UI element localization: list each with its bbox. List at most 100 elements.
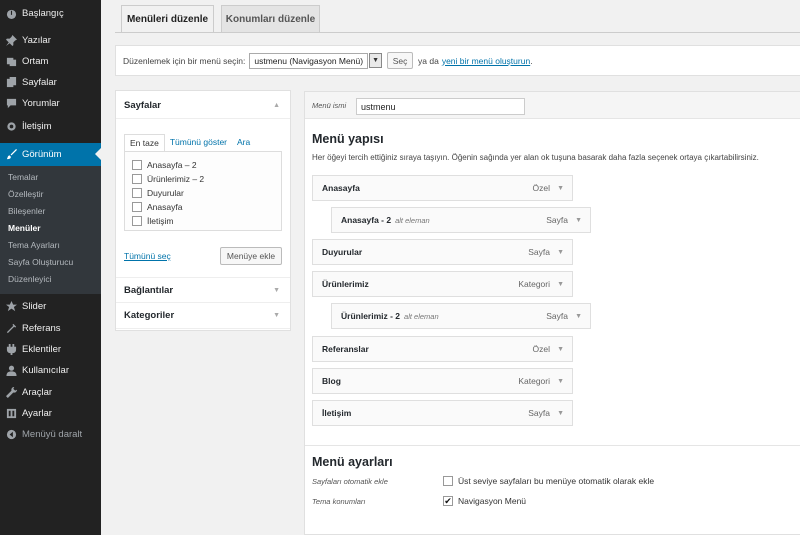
tab-edit-menus[interactable]: Menüleri düzenle bbox=[121, 5, 214, 32]
page-label: Ürünlerimiz – 2 bbox=[147, 174, 205, 184]
submenu-item-page-builder[interactable]: Sayfa Oluşturucu bbox=[8, 257, 73, 267]
sidebar-item-label: Sayfalar bbox=[22, 77, 57, 88]
pages-icon bbox=[0, 77, 22, 88]
sidebar-item-pages[interactable]: Sayfalar bbox=[0, 72, 101, 93]
sidebar-item-label: Araçlar bbox=[22, 387, 53, 398]
sub-item-tag: alt eleman bbox=[404, 311, 439, 321]
page-checkbox-item[interactable]: İletişim bbox=[132, 216, 173, 226]
menu-management-panel: Menü ismi ustmenu Menü yapısı Her öğeyi … bbox=[304, 91, 800, 535]
page-checkbox-item[interactable]: Duyurular bbox=[132, 188, 184, 198]
sidebar-item-comments[interactable]: Yorumlar bbox=[0, 93, 101, 114]
admin-sidebar: Başlangıç Yazılar Ortam Sayfalar Yorumla… bbox=[0, 0, 101, 535]
menu-item-title: Blog bbox=[322, 376, 341, 386]
sidebar-item-slider[interactable]: Slider bbox=[0, 296, 101, 317]
tab-manage-locations[interactable]: Konumları düzenle bbox=[221, 5, 320, 32]
chevron-down-icon[interactable]: ▼ bbox=[557, 378, 564, 385]
submenu-item-theme-settings[interactable]: Tema Ayarları bbox=[8, 240, 60, 250]
chevron-down-icon[interactable]: ▼ bbox=[557, 185, 564, 192]
menu-item[interactable]: Ürünlerimiz Kategori ▼ bbox=[312, 271, 573, 297]
tab-search[interactable]: Ara bbox=[232, 134, 255, 152]
chevron-down-icon[interactable]: ▼ bbox=[575, 217, 582, 224]
pin-icon bbox=[0, 35, 22, 46]
page-checkbox-item[interactable]: Anasayfa – 2 bbox=[132, 160, 197, 170]
sidebar-item-label: Ayarlar bbox=[22, 408, 52, 419]
tab-most-recent[interactable]: En taze bbox=[124, 134, 165, 152]
pages-checklist: Anasayfa – 2 Ürünlerimiz – 2 Duyurular A… bbox=[124, 151, 282, 231]
menu-item[interactable]: Referanslar Özel ▼ bbox=[312, 336, 573, 362]
sidebar-item-label: Menüyü daralt bbox=[22, 429, 83, 440]
menu-item-type: Kategori bbox=[518, 279, 550, 289]
submenu-item-menus[interactable]: Menüler bbox=[8, 223, 41, 233]
menu-select[interactable]: ustmenu (Navigasyon Menü) bbox=[249, 52, 369, 69]
checkbox[interactable] bbox=[132, 188, 142, 198]
menu-item-title: Anasayfa - 2 bbox=[341, 215, 392, 225]
auto-add-checkbox[interactable] bbox=[443, 476, 453, 486]
sidebar-item-references[interactable]: Referans bbox=[0, 318, 101, 339]
submenu-item-customize[interactable]: Özelleştir bbox=[8, 189, 43, 199]
chevron-down-icon[interactable]: ▼ bbox=[557, 281, 564, 288]
categories-panel-header[interactable]: Kategoriler ▼ bbox=[116, 303, 290, 329]
select-button[interactable]: Seç bbox=[387, 52, 414, 69]
checkbox[interactable] bbox=[132, 216, 142, 226]
checkbox[interactable] bbox=[132, 174, 142, 184]
plugins-icon bbox=[0, 344, 22, 355]
menu-name-input[interactable]: ustmenu bbox=[356, 98, 525, 115]
panel-title: Kategoriler bbox=[124, 310, 175, 321]
menu-name-label: Menü ismi bbox=[312, 100, 347, 110]
star-icon bbox=[0, 301, 22, 312]
chevron-down-icon[interactable]: ▼ bbox=[557, 249, 564, 256]
menu-item[interactable]: Ürünlerimiz - 2 alt eleman Sayfa ▼ bbox=[331, 303, 591, 329]
menu-item-type: Sayfa bbox=[546, 215, 568, 225]
pages-panel-header[interactable]: Sayfalar ▲ bbox=[116, 93, 290, 119]
menu-item-title: Referanslar bbox=[322, 344, 369, 354]
tab-view-all[interactable]: Tümünü göster bbox=[165, 134, 232, 152]
sentence-end: . bbox=[530, 55, 533, 66]
theme-locations-row: Tema konumları ✔ Navigasyon Menü bbox=[312, 496, 526, 506]
theme-locations-label: Tema konumları bbox=[312, 496, 366, 506]
select-menu-label: Düzenlemek için bir menü seçin: bbox=[123, 55, 246, 66]
sidebar-item-appearance[interactable]: Görünüm bbox=[0, 143, 101, 166]
sidebar-item-plugins[interactable]: Eklentiler bbox=[0, 339, 101, 360]
submenu-item-editor[interactable]: Düzenleyici bbox=[8, 274, 51, 284]
sidebar-item-media[interactable]: Ortam bbox=[0, 51, 101, 72]
menu-item-title: Ürünlerimiz - 2 bbox=[341, 311, 401, 321]
sidebar-item-users[interactable]: Kullanıcılar bbox=[0, 360, 101, 381]
sidebar-item-tools[interactable]: Araçlar bbox=[0, 382, 101, 403]
sidebar-item-posts[interactable]: Yazılar bbox=[0, 30, 101, 51]
collapse-menu-button[interactable]: Menüyü daralt bbox=[0, 424, 101, 445]
submenu-item-widgets[interactable]: Bileşenler bbox=[8, 206, 45, 216]
sidebar-item-settings[interactable]: Ayarlar bbox=[0, 403, 101, 424]
chevron-down-icon[interactable]: ▼ bbox=[557, 346, 564, 353]
chevron-down-icon[interactable]: ▼ bbox=[557, 410, 564, 417]
sidebar-item-label: Görünüm bbox=[22, 149, 62, 160]
menu-item-type: Özel bbox=[532, 344, 550, 354]
submenu-item-themes[interactable]: Temalar bbox=[8, 172, 38, 182]
menu-item[interactable]: Anasayfa Özel ▼ bbox=[312, 175, 573, 201]
checkbox[interactable] bbox=[132, 202, 142, 212]
location-checkbox[interactable]: ✔ bbox=[443, 496, 453, 506]
select-dropdown-arrow[interactable]: ▼ bbox=[369, 53, 383, 68]
chevron-down-icon[interactable]: ▼ bbox=[575, 313, 582, 320]
menu-structure-description: Her öğeyi tercih ettiğiniz sıraya taşıyı… bbox=[312, 153, 759, 162]
appearance-submenu: Temalar Özelleştir Bileşenler Menüler Te… bbox=[0, 166, 101, 294]
users-icon bbox=[0, 365, 22, 376]
create-new-menu-link[interactable]: yeni bir menü oluşturun bbox=[442, 56, 530, 66]
menu-item[interactable]: İletişim Sayfa ▼ bbox=[312, 400, 573, 426]
checkbox[interactable] bbox=[132, 160, 142, 170]
menu-item[interactable]: Blog Kategori ▼ bbox=[312, 368, 573, 394]
page-checkbox-item[interactable]: Ürünlerimiz – 2 bbox=[132, 174, 204, 184]
select-all-link[interactable]: Tümünü seç bbox=[124, 251, 171, 261]
menu-item[interactable]: Anasayfa - 2 alt eleman Sayfa ▼ bbox=[331, 207, 591, 233]
sidebar-item-dashboard[interactable]: Başlangıç bbox=[0, 3, 101, 24]
sidebar-item-label: Slider bbox=[22, 301, 47, 312]
sidebar-item-contact[interactable]: İletişim bbox=[0, 116, 101, 137]
menu-structure-title: Menü yapısı bbox=[312, 132, 384, 146]
add-to-menu-button[interactable]: Menüye ekle bbox=[220, 247, 282, 265]
pages-subtabs: En taze Tümünü göster Ara bbox=[124, 134, 255, 152]
dashboard-icon bbox=[0, 8, 22, 19]
menu-item[interactable]: Duyurular Sayfa ▼ bbox=[312, 239, 573, 265]
links-panel-header[interactable]: Bağlantılar ▼ bbox=[116, 277, 290, 303]
panel-title: Sayfalar bbox=[124, 100, 161, 111]
page-checkbox-item[interactable]: Anasayfa bbox=[132, 202, 182, 212]
section-divider bbox=[305, 445, 800, 446]
